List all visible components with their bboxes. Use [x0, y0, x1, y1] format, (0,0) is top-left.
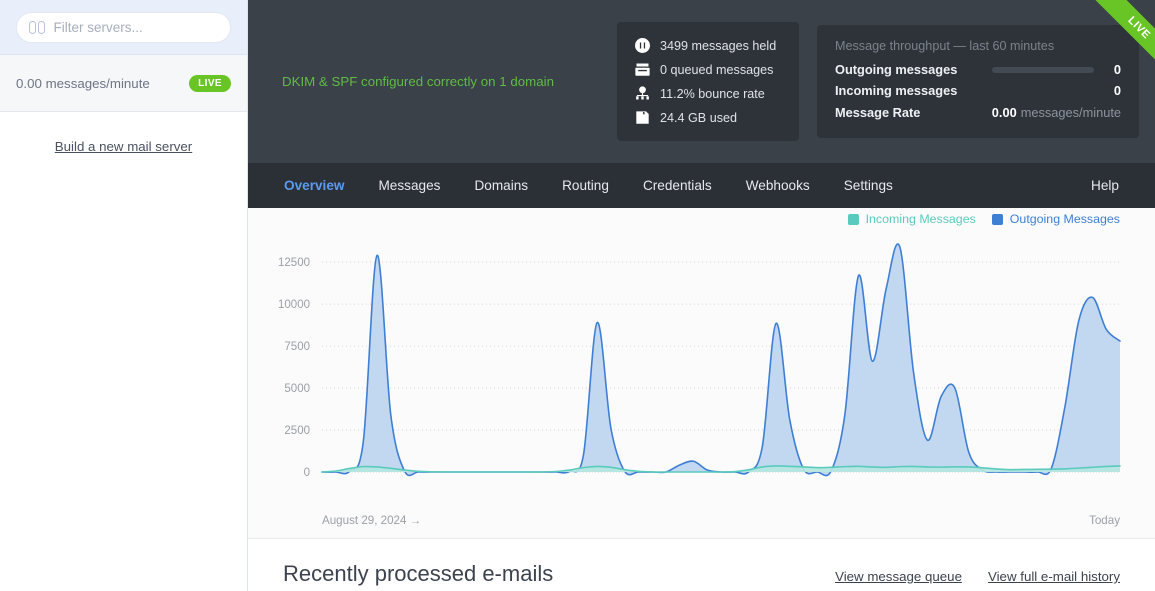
outgoing-progress-bar [991, 66, 1094, 73]
throughput-value: 0 [1113, 62, 1121, 77]
stat-bounce-rate: 11.2% bounce rate [635, 86, 781, 101]
message-rate-value-group: 0.00 messages/minute [992, 104, 1121, 122]
legend-label-outgoing: Outgoing Messages [1009, 212, 1120, 226]
throughput-chart: Incoming Messages Outgoing Messages 0 250… [248, 208, 1155, 538]
main-nav: Overview Messages Domains Routing Creden… [248, 163, 1155, 208]
chart-x-axis: August 29, 2024 → Today [322, 514, 1120, 527]
recent-emails-section: Recently processed e-mails View message … [248, 538, 1155, 591]
tab-messages[interactable]: Messages [376, 174, 442, 197]
app-root: 0.00 messages/minute LIVE Build a new ma… [0, 0, 1155, 591]
stat-messages-held: 3499 messages held [635, 38, 781, 53]
x-axis-start-label: August 29, 2024 → [322, 514, 422, 527]
messages-per-minute-label: 0.00 messages/minute [16, 75, 150, 91]
stat-label: 11.2% bounce rate [660, 86, 765, 101]
stat-storage-used: 24.4 GB used [635, 110, 781, 125]
svg-text:12500: 12500 [278, 257, 310, 269]
search-input[interactable] [53, 20, 218, 35]
chart-plot-area: 0 2500 5000 7500 10000 12500 [248, 232, 1155, 507]
stat-label: 0 queued messages [660, 62, 774, 77]
dkim-spf-status: DKIM & SPF configured correctly on 1 dom… [282, 74, 554, 89]
tab-settings[interactable]: Settings [842, 174, 895, 197]
legend-swatch-incoming [847, 213, 859, 225]
legend-item-incoming: Incoming Messages [847, 212, 976, 226]
build-new-mail-server-link[interactable]: Build a new mail server [55, 139, 192, 154]
throughput-title: Message throughput — last 60 minutes [835, 39, 1055, 53]
recent-emails-title: Recently processed e-mails [283, 561, 554, 586]
chart-legend: Incoming Messages Outgoing Messages [847, 212, 1120, 226]
throughput-incoming-row: Incoming messages 0 [835, 83, 1121, 98]
view-message-queue-link[interactable]: View message queue [835, 569, 962, 584]
legend-item-outgoing: Outgoing Messages [991, 212, 1120, 226]
tab-credentials[interactable]: Credentials [641, 174, 714, 197]
servers-icon [29, 21, 45, 34]
main-panel: DKIM & SPF configured correctly on 1 dom… [248, 0, 1155, 591]
server-stats-card: 3499 messages held 0 queued messages 11.… [617, 22, 799, 141]
throughput-card: Message throughput — last 60 minutes Out… [817, 25, 1139, 138]
x-axis-end-label: Today [1089, 514, 1120, 527]
stat-label: 24.4 GB used [660, 110, 738, 125]
chart-svg: 0 2500 5000 7500 10000 12500 [278, 243, 1121, 479]
throughput-outgoing-row: Outgoing messages 0 [835, 62, 1121, 77]
throughput-value: 0 [1113, 83, 1121, 98]
stat-queued-messages: 0 queued messages [635, 62, 781, 77]
throughput-rate-row: Message Rate 0.00 messages/minute [835, 104, 1121, 122]
view-full-history-link[interactable]: View full e-mail history [988, 569, 1120, 584]
throughput-label: Incoming messages [835, 83, 958, 98]
tab-domains[interactable]: Domains [472, 174, 530, 197]
legend-swatch-outgoing [991, 213, 1003, 225]
floppy-disk-icon [635, 110, 650, 125]
recent-emails-links: View message queue View full e-mail hist… [835, 569, 1120, 584]
filter-servers-box[interactable] [16, 12, 231, 43]
server-rate-row[interactable]: 0.00 messages/minute LIVE [0, 55, 247, 112]
tab-overview[interactable]: Overview [282, 174, 346, 197]
message-rate-label: Message Rate [835, 105, 921, 120]
live-badge: LIVE [189, 74, 231, 92]
tab-help[interactable]: Help [1089, 174, 1121, 197]
message-rate-value: 0.00 [991, 105, 1017, 120]
filter-servers-section [0, 0, 247, 55]
tab-webhooks[interactable]: Webhooks [744, 174, 812, 197]
stat-label: 3499 messages held [660, 38, 777, 53]
message-rate-unit: messages/minute [1020, 105, 1121, 120]
build-server-section: Build a new mail server [0, 112, 247, 156]
pause-circle-icon [635, 38, 650, 53]
svg-text:10000: 10000 [278, 299, 310, 311]
tab-routing[interactable]: Routing [560, 174, 611, 197]
throughput-label: Outgoing messages [835, 62, 958, 77]
svg-text:7500: 7500 [284, 341, 310, 353]
legend-label-incoming: Incoming Messages [865, 212, 976, 226]
svg-text:0: 0 [304, 467, 310, 479]
inbox-icon [635, 62, 650, 77]
svg-text:2500: 2500 [284, 425, 310, 437]
sitemap-icon [635, 86, 650, 101]
sidebar: 0.00 messages/minute LIVE Build a new ma… [0, 0, 248, 591]
svg-text:5000: 5000 [284, 383, 310, 395]
header-bar: DKIM & SPF configured correctly on 1 dom… [248, 0, 1155, 163]
